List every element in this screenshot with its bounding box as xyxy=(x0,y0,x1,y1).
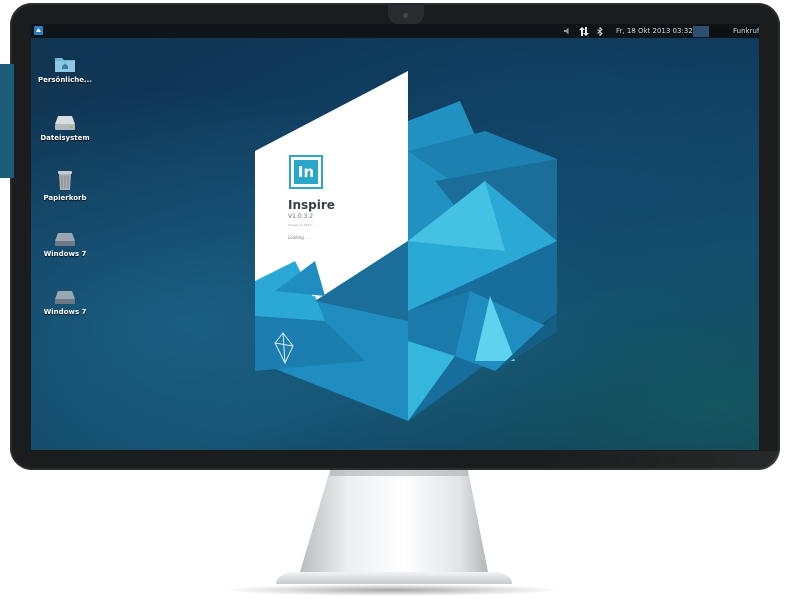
desktop-icon-windows7-b[interactable]: Windows 7 xyxy=(31,291,100,316)
hard-disk-icon xyxy=(55,233,75,246)
folder-home-icon xyxy=(55,58,75,72)
app-logo: In xyxy=(289,155,323,189)
webcam xyxy=(388,3,424,25)
app-copyright: Images © 2013 ... xyxy=(288,223,316,227)
trash-icon xyxy=(58,171,72,190)
desktop-icon-filesystem[interactable]: Dateisystem xyxy=(31,116,100,142)
splash-screen: In Inspire V1.0.3.2 Images © 2013 ... Lo… xyxy=(255,71,565,421)
drive-icon xyxy=(55,116,75,130)
clock[interactable]: Fr, 18 Okt 2013 03:32 xyxy=(616,24,693,38)
bezel-highlight xyxy=(530,451,789,473)
workspace-switcher-2[interactable] xyxy=(711,25,729,37)
app-version: V1.0.3.2 xyxy=(288,213,314,220)
volume-icon[interactable] xyxy=(564,24,573,38)
desktop-icon-home[interactable]: Persönliche... xyxy=(31,56,100,84)
left-accent-bar xyxy=(0,64,14,178)
workspace-switcher[interactable] xyxy=(693,26,709,37)
desktop-icon-windows7-a[interactable]: Windows 7 xyxy=(31,233,100,258)
network-transfer-icon[interactable] xyxy=(579,24,589,38)
network-label[interactable]: Funkruf xyxy=(733,24,759,38)
desktop-screen: Fr, 18 Okt 2013 03:32 Funkruf Persönlich… xyxy=(31,24,759,450)
loading-status: Loading ... xyxy=(288,235,309,240)
desktop-icon-trash[interactable]: Papierkorb xyxy=(31,170,100,202)
top-panel: Fr, 18 Okt 2013 03:32 Funkruf xyxy=(31,24,759,38)
screen-indicator-dots xyxy=(387,445,407,449)
hard-disk-icon xyxy=(55,291,75,304)
bluetooth-icon[interactable] xyxy=(597,24,603,38)
app-name: Inspire xyxy=(288,198,335,212)
app-menu-icon[interactable] xyxy=(34,26,43,35)
splash-artwork xyxy=(255,71,557,421)
